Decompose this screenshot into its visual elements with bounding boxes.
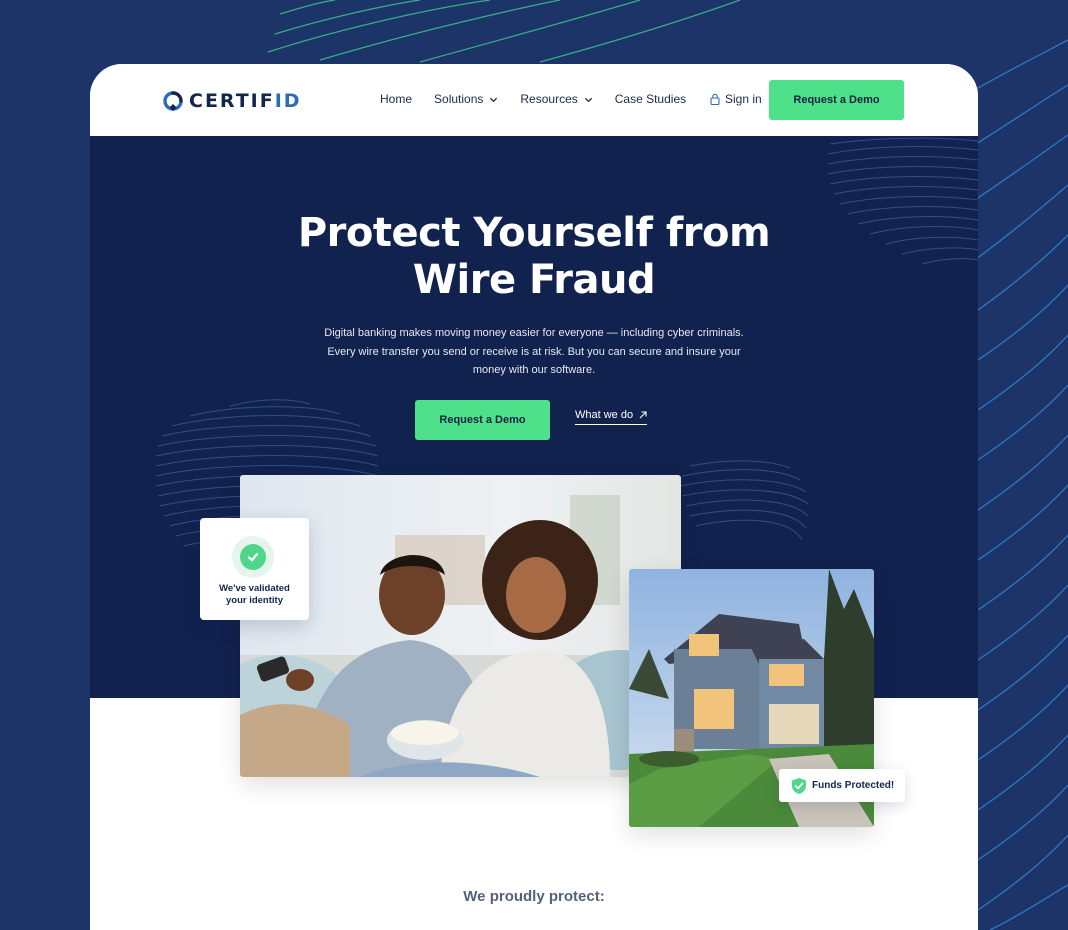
- nav-item-solutions[interactable]: Solutions: [434, 92, 498, 106]
- checkmark-badge: [232, 536, 274, 578]
- website-frame: CERTIFID Home Solutions Resources Case S…: [90, 64, 978, 930]
- shield-check-icon: [792, 777, 806, 794]
- nav-item-home[interactable]: Home: [380, 92, 412, 106]
- checkmark-icon: [247, 552, 259, 562]
- hero-title: Protect Yourself from Wire Fraud: [297, 210, 771, 303]
- identity-validated-card: We've validated your identity: [200, 518, 309, 620]
- chevron-down-icon: [584, 97, 592, 102]
- we-proudly-protect-heading: We proudly protect:: [463, 888, 605, 905]
- sign-in-link[interactable]: Sign in: [710, 92, 762, 106]
- identity-validated-text: We've validated your identity: [219, 583, 290, 606]
- nav-item-case-studies[interactable]: Case Studies: [615, 92, 686, 106]
- site-header: CERTIFID Home Solutions Resources Case S…: [90, 64, 978, 136]
- request-demo-button[interactable]: Request a Demo: [769, 80, 904, 120]
- certifid-logo-icon: [163, 91, 183, 112]
- funds-protected-badge: Funds Protected!: [779, 769, 905, 802]
- brand-name: CERTIFID: [189, 90, 302, 112]
- chevron-down-icon: [490, 97, 498, 102]
- hero-request-demo-button[interactable]: Request a Demo: [415, 400, 550, 440]
- nav-item-resources[interactable]: Resources: [520, 92, 592, 106]
- lock-icon: [710, 93, 720, 105]
- arrow-up-right-icon: [639, 411, 647, 419]
- what-we-do-link[interactable]: What we do: [575, 409, 648, 425]
- brand-logo[interactable]: CERTIFID: [162, 88, 302, 114]
- main-nav: Home Solutions Resources Case Studies: [380, 92, 708, 106]
- hero-subtitle: Digital banking makes moving money easie…: [324, 327, 744, 376]
